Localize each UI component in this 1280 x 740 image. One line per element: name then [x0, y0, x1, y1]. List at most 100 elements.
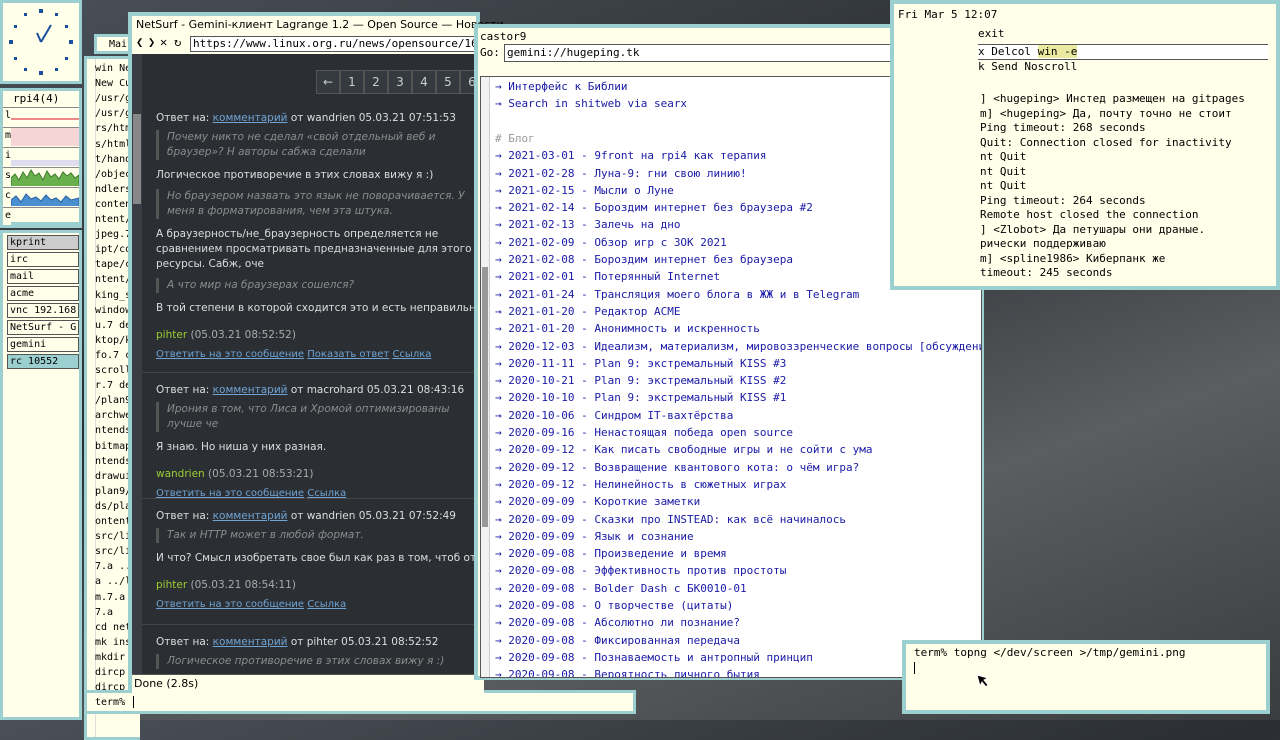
gemini-link[interactable]: → 2020-10-21 - Plan 9: экстремальный KIS… — [495, 374, 786, 387]
show-reply-link[interactable]: Показать ответ — [307, 349, 389, 360]
gemini-link[interactable]: → 2021-02-09 - Обзор игр с ЗОК 2021 — [495, 236, 727, 249]
exit-command[interactable]: exit — [978, 27, 1005, 40]
terminal-line: plan9/ — [95, 485, 132, 497]
link-text: 2020-09-08 - Фиксированная передача — [508, 633, 741, 647]
terminal-window[interactable]: term% topng </dev/screen >/tmp/gemini.pn… — [902, 640, 1270, 714]
terminal-line: scroll — [95, 365, 132, 376]
window-item-netsurf[interactable]: NetSurf - G — [7, 320, 79, 335]
gemini-link[interactable]: → 2021-01-20 - Редактор ACME — [495, 305, 680, 318]
page-scrollbar[interactable] — [481, 77, 490, 677]
clock-window — [0, 0, 82, 84]
pager-page-3[interactable]: 3 — [388, 70, 412, 94]
reply-link[interactable]: Ответить на это сообщение — [156, 349, 304, 360]
gemini-link[interactable]: → Интерфейс к Библии — [495, 80, 627, 93]
gemini-link[interactable]: → 2020-09-09 - Короткие заметки — [495, 495, 700, 508]
reply-link[interactable]: Ответить на это сообщение — [156, 599, 304, 610]
irc-window[interactable]: Fri Mar 5 12:07 exit x Delcol win -e k S… — [890, 0, 1280, 290]
gemini-link[interactable]: → 2020-09-09 - Сказки про INSTEAD: как в… — [495, 513, 846, 526]
gemini-link[interactable]: → 2021-02-01 - Потерянный Internet — [495, 270, 720, 283]
gemini-link[interactable]: → 2021-02-13 - Залечь на дно — [495, 218, 680, 231]
gemini-link[interactable]: → 2020-09-08 - Произведение и время — [495, 547, 727, 560]
gemini-link[interactable]: → 2020-09-12 - Как писать свободные игры… — [495, 443, 873, 456]
window-item-acme[interactable]: acme — [7, 286, 79, 301]
forward-icon[interactable]: ❯ — [148, 35, 155, 49]
date-time: Fri Mar 5 12:07 — [898, 8, 998, 21]
comment-link[interactable]: комментарий — [213, 636, 288, 648]
window-item-rc[interactable]: rc 10552 — [7, 354, 79, 369]
gemini-link[interactable]: → 2021-02-08 - Бороздим интернет без бра… — [495, 253, 793, 266]
gemini-link[interactable]: → 2020-09-08 - Фиксированная передача — [495, 634, 740, 647]
stop-icon[interactable]: ✕ — [160, 35, 167, 49]
gemini-link[interactable]: → 2020-09-16 - Ненастоящая победа open s… — [495, 426, 793, 439]
gemini-link[interactable]: → 2020-09-08 - Вероятность личного бытия — [495, 668, 760, 677]
irc-message: рически поддерживаю — [980, 237, 1106, 250]
scrollbar-thumb[interactable] — [482, 267, 488, 527]
comment-link[interactable]: комментарий — [213, 510, 288, 522]
comment-link[interactable]: комментарий — [213, 112, 288, 124]
pager-page-4[interactable]: 4 — [412, 70, 436, 94]
gemini-link[interactable]: → 2020-09-08 - Познаваемость и антропный… — [495, 651, 813, 664]
gemini-link[interactable]: → 2021-02-14 - Бороздим интернет без бра… — [495, 201, 813, 214]
comment-author[interactable]: pihter — [156, 579, 187, 591]
window-item-kprint[interactable]: kprint — [7, 235, 79, 250]
pager-page-5[interactable]: 5 — [436, 70, 460, 94]
comment-link[interactable]: комментарий — [213, 384, 288, 396]
link-text: 2020-09-12 - Нелинейность в сюжетных игр… — [508, 477, 787, 491]
win-command[interactable]: win -e — [1037, 45, 1078, 58]
gemini-link[interactable]: → 2021-02-15 - Мысли о Луне — [495, 184, 674, 197]
gemini-link[interactable]: → 2021-03-01 - 9front на rpi4 как терапи… — [495, 149, 767, 162]
gemini-link[interactable]: → 2020-09-09 - Язык и сознание — [495, 530, 694, 543]
gemini-link[interactable]: → 2020-09-08 - Bolder Dash с БК0010-01 — [495, 582, 747, 595]
gemini-link[interactable]: → 2021-02-28 - Луна-9: гни свою линию! — [495, 167, 747, 180]
left-terminal-prompt-strip[interactable]: term% — [84, 690, 636, 714]
comment-body: Я знаю. Но ниша у них разная. — [156, 441, 327, 453]
link-text: 2020-09-08 - Познаваемость и антропный п… — [508, 650, 813, 664]
window-item-gemini[interactable]: gemini — [7, 337, 79, 352]
gemini-link[interactable]: → 2020-10-10 - Plan 9: экстремальный KIS… — [495, 391, 786, 404]
back-icon[interactable]: ❮ — [136, 35, 143, 49]
window-item-vnc[interactable]: vnc 192.168 — [7, 303, 79, 318]
page-scrollbar[interactable] — [132, 54, 142, 674]
arrow-icon: → — [495, 166, 502, 180]
gemini-link[interactable]: → Search in shitweb via searx — [495, 97, 687, 110]
permalink[interactable]: Ссылка — [307, 599, 346, 610]
castor-title: castor9 — [480, 30, 527, 43]
gemini-link[interactable]: → 2020-09-12 - Возвращение квантового ко… — [495, 461, 859, 474]
terminal-line: m.7.a — [95, 591, 126, 603]
scrollbar-thumb[interactable] — [133, 114, 141, 204]
send-command[interactable]: k Send Noscroll — [978, 60, 1077, 73]
arrow-icon: → — [495, 339, 502, 353]
arrow-icon: → — [495, 374, 502, 388]
link-text: 2020-09-09 - Короткие заметки — [508, 495, 701, 509]
irc-message: nt Quit — [980, 179, 1027, 192]
terminal-line: win Ne — [95, 63, 132, 74]
exit-tag[interactable]: exit — [978, 26, 1270, 42]
permalink[interactable]: Ссылка — [392, 349, 431, 360]
pager-page-2[interactable]: 2 — [364, 70, 388, 94]
window-item-irc[interactable]: irc — [7, 252, 79, 267]
url-field[interactable]: https://www.linux.org.ru/news/opensource… — [190, 36, 494, 52]
gemini-link[interactable]: → 2020-10-06 - Синдром IT-вахтёрства — [495, 409, 733, 422]
delcol-command[interactable]: x Delcol — [978, 45, 1031, 58]
gemini-link[interactable]: → 2021-01-20 - Анонимность и искренность — [495, 322, 760, 335]
terminal-line: /usr/g — [95, 108, 132, 120]
window-item-mail[interactable]: mail — [7, 269, 79, 284]
reply-prefix: Ответ на: — [156, 510, 210, 522]
link-text: 2021-02-15 - Мысли о Луне — [508, 183, 674, 197]
gemini-link[interactable]: → 2020-12-03 - Идеализм, материализм, ми… — [495, 339, 981, 353]
gemini-link[interactable]: → 2020-09-08 - Эффективность против прос… — [495, 564, 786, 577]
comment-meta: от macrohard 05.03.21 08:43:16 — [290, 384, 465, 396]
arrow-icon: → — [495, 599, 502, 612]
pager-prev[interactable]: ← — [316, 70, 340, 94]
irc-message: Ping timeout: 268 seconds — [980, 121, 1146, 134]
gemini-link[interactable]: → 2021-01-24 - Трансляция моего блога в … — [495, 288, 859, 301]
gemini-link[interactable]: → 2020-09-12 - Нелинейность в сюжетных и… — [495, 478, 786, 491]
gemini-link[interactable]: → 2020-11-11 - Plan 9: экстремальный KIS… — [495, 357, 786, 370]
reload-icon[interactable]: ↻ — [174, 35, 181, 49]
comment-author[interactable]: pihter — [156, 329, 187, 341]
netsurf-window[interactable]: NetSurf - Gemini-клиент Lagrange 1.2 — O… — [128, 12, 504, 693]
gemini-link[interactable]: → 2020-09-08 - О творчестве (цитаты) — [495, 599, 733, 612]
gemini-link[interactable]: → 2020-09-08 - Абсолютно ли познание? — [495, 616, 740, 629]
comment-author[interactable]: wandrien — [156, 468, 205, 480]
pager-page-1[interactable]: 1 — [340, 70, 364, 94]
